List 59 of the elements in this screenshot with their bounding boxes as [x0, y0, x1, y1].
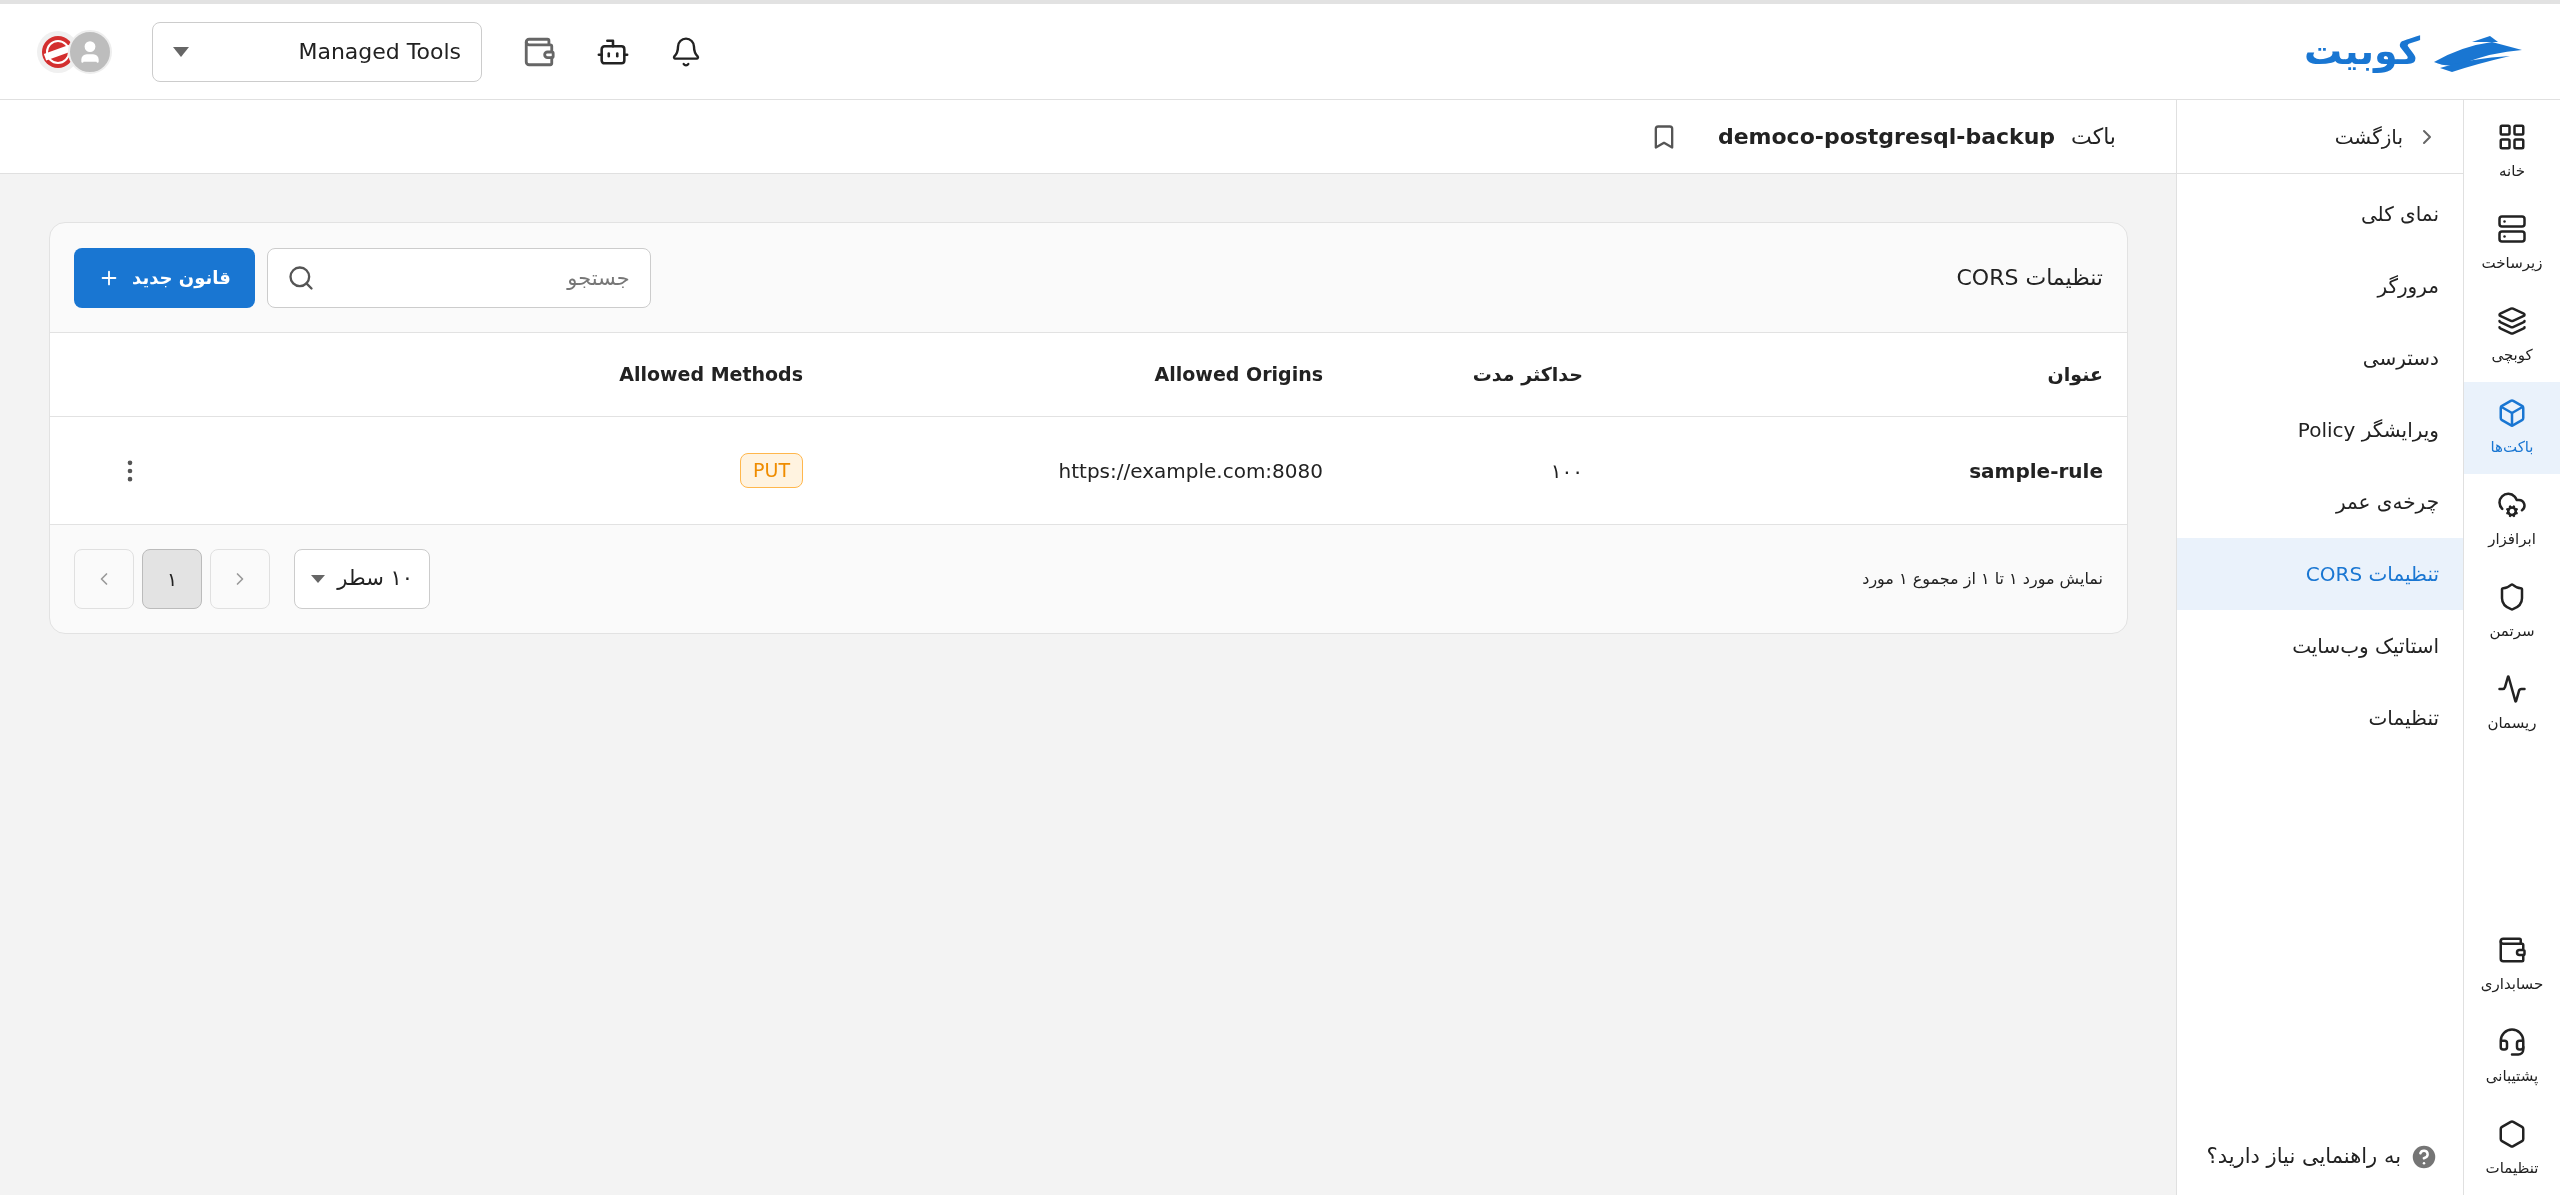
rail-label: سرتمن: [2489, 620, 2535, 642]
card-title: تنظیمات CORS: [1956, 264, 2103, 292]
rail-item[interactable]: تنظیمات: [2464, 1103, 2560, 1195]
rail-label: پشتیبانی: [2485, 1065, 2539, 1088]
sidebar-item[interactable]: ویرایشگر Policy: [2177, 394, 2463, 466]
search-field[interactable]: جستجو: [266, 247, 651, 308]
sidebar-item[interactable]: چرخه‌ی عمر: [2177, 466, 2463, 538]
bucket-name: democo-postgresql-backup: [1717, 123, 2056, 151]
rail-item[interactable]: زیرساخت: [2464, 198, 2560, 290]
method-tag: PUT: [740, 453, 803, 488]
rail-label: حسابداری: [2480, 973, 2544, 995]
rail-item[interactable]: خانه: [2464, 106, 2560, 198]
sidebar-item[interactable]: تنظیمات CORS: [2177, 538, 2463, 610]
caret-icon: [311, 575, 325, 583]
rail-label: باکت‌ها: [2490, 436, 2534, 458]
rail-label: تنظیمات: [2485, 1157, 2539, 1179]
headset-icon: [2497, 1026, 2527, 1057]
rail-label: زیرساخت: [2481, 252, 2543, 274]
rail-item[interactable]: پشتیبانی: [2464, 1011, 2560, 1103]
rail-label: ریسمان: [2487, 712, 2537, 734]
sidebar-item[interactable]: دسترسی: [2177, 322, 2463, 394]
cube-icon: [2497, 397, 2527, 428]
notification-bell-icon[interactable]: [670, 35, 702, 68]
rail-label: کوبچی: [2491, 344, 2533, 366]
pagination-summary: نمایش مورد ۱ تا ۱ از مجموع ۱ مورد: [1862, 568, 2103, 591]
sidebar-item[interactable]: نمای کلی: [2177, 178, 2463, 250]
page-label: باکت: [2071, 123, 2116, 151]
table-cell-text: ۱۰۰: [1550, 457, 1583, 485]
search-icon: [286, 263, 315, 292]
sidebar-item[interactable]: تنظیمات: [2177, 682, 2463, 754]
rail-item[interactable]: سرتمن: [2464, 566, 2560, 658]
brand-name: کوبیت: [2304, 28, 2420, 75]
layers-icon: [2497, 305, 2527, 336]
caret-icon: [173, 46, 189, 57]
pulse-icon: [2497, 673, 2527, 704]
back-link[interactable]: بازگشت: [2177, 100, 2463, 174]
rail-label: خانه: [2498, 160, 2526, 182]
server-icon: [2497, 213, 2527, 244]
column-header: Allowed Methods: [618, 362, 803, 388]
rail-item[interactable]: حسابداری: [2464, 919, 2560, 1011]
sidebar-item[interactable]: استاتیک وب‌سایت: [2177, 610, 2463, 682]
rail-item[interactable]: باکت‌ها: [2464, 382, 2560, 474]
rail-item[interactable]: ریسمان: [2464, 658, 2560, 750]
column-header: حداکثر مدت: [1471, 362, 1583, 388]
new-rule-button[interactable]: قانون جدید: [74, 247, 255, 308]
column-header: Allowed Origins: [1153, 362, 1323, 388]
rail-label: ابرافزار: [2488, 528, 2536, 550]
help-icon: [2409, 1142, 2439, 1172]
table-cell-text: https://example.com:8080: [1058, 457, 1323, 485]
hexagon-icon: [2497, 1118, 2527, 1149]
column-header: عنوان: [2046, 362, 2103, 388]
rail-item[interactable]: کوبچی: [2464, 290, 2560, 382]
rows-per-page-select[interactable]: ۱۰ سطر: [294, 549, 430, 609]
table-cell-text: sample-rule: [1969, 457, 2103, 485]
sidebar-item[interactable]: مرورگر: [2177, 250, 2463, 322]
help-link[interactable]: به راهنمایی نیاز دارید؟: [2206, 1141, 2401, 1173]
page-button[interactable]: ۱: [142, 549, 202, 609]
rail-item[interactable]: ابرافزار: [2464, 474, 2560, 566]
project-select[interactable]: Managed Tools: [152, 21, 482, 82]
